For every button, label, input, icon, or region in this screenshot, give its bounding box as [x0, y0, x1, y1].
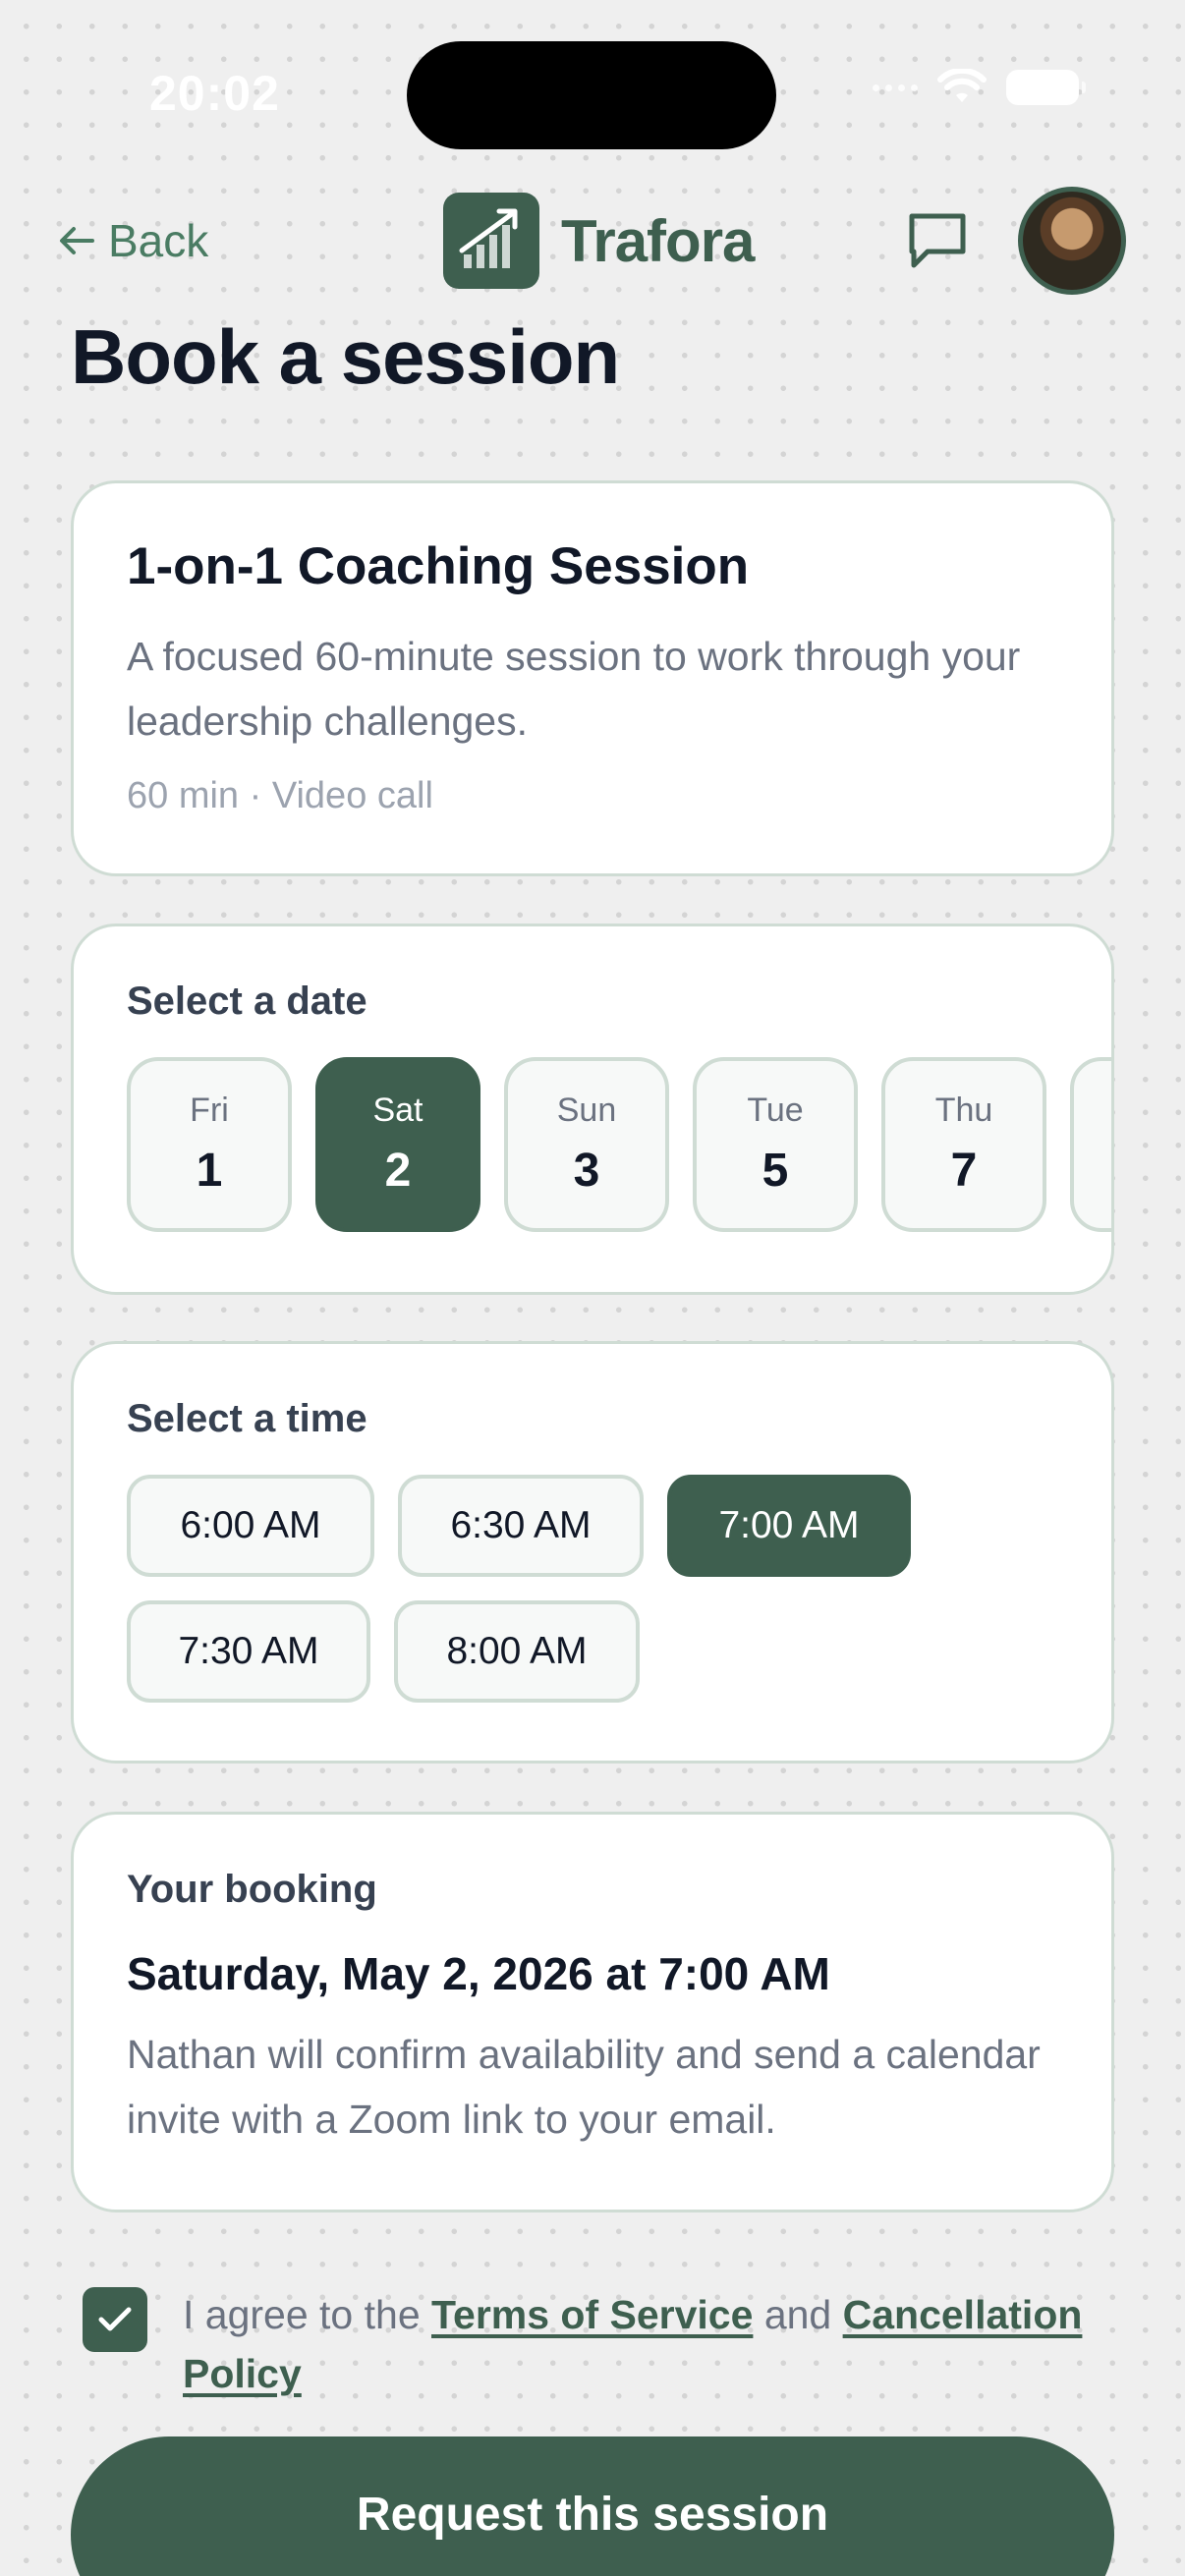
- booking-datetime: Saturday, May 2, 2026 at 7:00 AM: [127, 1948, 830, 1999]
- date-weekday: Tue: [747, 1092, 804, 1129]
- time-picker-card: Select a time 6:00 AM 6:30 AM 7:00 AM 7:…: [71, 1341, 1114, 1764]
- date-weekday: Sat: [372, 1092, 423, 1129]
- checkmark-icon: [98, 2307, 132, 2331]
- date-day: 5: [762, 1145, 789, 1197]
- date-day: 7: [950, 1145, 978, 1197]
- booking-section-label: Your booking: [127, 1868, 377, 1911]
- dynamic-island: [407, 41, 776, 149]
- date-option[interactable]: Sun 3: [504, 1057, 669, 1232]
- date-weekday: Sun: [556, 1092, 617, 1129]
- time-option[interactable]: 8:00 AM: [394, 1600, 640, 1703]
- date-section-label: Select a date: [127, 980, 367, 1023]
- time-options: 6:00 AM 6:30 AM 7:00 AM 7:30 AM 8:00 AM: [127, 1475, 932, 1703]
- date-scroller[interactable]: Fri 1 Sat 2 Sun 3 Tue 5 Thu 7: [127, 1057, 1111, 1232]
- session-meta: 60 min · Video call: [127, 775, 433, 816]
- date-option[interactable]: Thu 7: [881, 1057, 1046, 1232]
- date-day: 1: [196, 1145, 223, 1197]
- session-details-card: 1-on-1 Coaching Session A focused 60-min…: [71, 480, 1114, 876]
- chat-bubble-icon[interactable]: [906, 210, 969, 271]
- page-title: Book a session: [71, 313, 620, 400]
- date-weekday: Thu: [934, 1092, 993, 1129]
- trafora-logo-icon: [443, 193, 539, 289]
- terms-of-service-link[interactable]: Terms of Service: [431, 2292, 753, 2337]
- time-option[interactable]: 6:30 AM: [398, 1475, 644, 1577]
- back-label: Back: [108, 215, 209, 266]
- date-option-selected[interactable]: Sat 2: [315, 1057, 480, 1232]
- arrow-left-icon: [60, 227, 94, 254]
- booking-note: Nathan will confirm availability and sen…: [127, 2032, 1041, 2142]
- date-picker-card: Select a date Fri 1 Sat 2 Sun 3 Tue 5 Th…: [71, 924, 1114, 1295]
- session-description: A focused 60-minute session to work thro…: [127, 634, 1021, 744]
- brand-name: Trafora: [561, 207, 755, 274]
- terms-prefix: I agree to the: [183, 2292, 432, 2337]
- time-option[interactable]: 7:30 AM: [127, 1600, 370, 1703]
- booking-summary-card: Your booking Saturday, May 2, 2026 at 7:…: [71, 1812, 1114, 2212]
- date-weekday: Fri: [190, 1092, 229, 1129]
- date-option-partial[interactable]: [1070, 1057, 1111, 1232]
- terms-checkbox[interactable]: [83, 2287, 147, 2352]
- request-session-button[interactable]: Request this session: [71, 2436, 1114, 2576]
- back-button[interactable]: Back: [59, 214, 208, 267]
- battery-icon: [1006, 70, 1086, 105]
- terms-middle: and: [753, 2292, 843, 2337]
- wifi-icon: [937, 69, 987, 102]
- time-option-selected[interactable]: 7:00 AM: [667, 1475, 911, 1577]
- request-session-label: Request this session: [356, 2489, 829, 2541]
- time-section-label: Select a time: [127, 1397, 367, 1440]
- status-bar-time: 20:02: [149, 66, 280, 121]
- cellular-signal-icon: [873, 84, 918, 91]
- date-day: 2: [384, 1145, 412, 1197]
- brand-home-link[interactable]: Trafora: [443, 193, 755, 289]
- terms-text: I agree to the Terms of Service and Canc…: [183, 2285, 1104, 2403]
- terms-agreement: I agree to the Terms of Service and Canc…: [83, 2285, 1104, 2403]
- status-bar-indicators: [873, 69, 1086, 106]
- date-option[interactable]: Tue 5: [693, 1057, 858, 1232]
- session-title: 1-on-1 Coaching Session: [127, 537, 750, 595]
- user-avatar[interactable]: [1018, 187, 1126, 295]
- time-option[interactable]: 6:00 AM: [127, 1475, 374, 1577]
- date-day: 3: [573, 1145, 600, 1197]
- date-option[interactable]: Fri 1: [127, 1057, 292, 1232]
